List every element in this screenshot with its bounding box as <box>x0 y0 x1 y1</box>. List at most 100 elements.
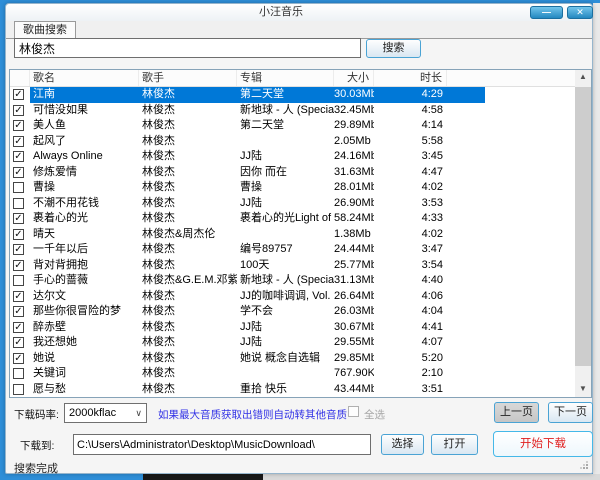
duration: 4:02 <box>421 227 443 240</box>
album-name: 裹着心的光Light of ... <box>240 212 334 224</box>
row-checkbox[interactable]: ✓ <box>13 166 24 178</box>
row-checkbox[interactable]: ✓ <box>13 306 24 317</box>
row-checkbox-cell: ✓ <box>10 258 30 274</box>
table-row[interactable]: ✓ 一千年以后 林俊杰 编号89757 24.44Mb 3:47 <box>10 242 575 258</box>
row-checkbox[interactable] <box>13 275 24 286</box>
select-all-checkbox[interactable] <box>348 406 359 417</box>
song-name: 关键词 <box>33 367 66 379</box>
header-checkbox-col <box>10 70 30 86</box>
header-song-name[interactable]: 歌名 <box>30 70 139 86</box>
table-row[interactable]: 手心的蔷薇 林俊杰&G.E.M.邓紫棋新地球 - 人 (Specia...31.1… <box>10 273 575 289</box>
row-filler <box>447 149 485 165</box>
table-row[interactable]: ✓ 那些你很冒险的梦 林俊杰 学不会 26.03Mb 4:04 <box>10 304 575 320</box>
song-name: 那些你很冒险的梦 <box>33 305 121 317</box>
scroll-down-icon[interactable]: ▼ <box>575 382 591 397</box>
artist-name: 林俊杰 <box>142 196 175 209</box>
song-name: 裹着心的光 <box>33 212 88 224</box>
duration: 3:51 <box>421 382 443 395</box>
row-checkbox[interactable]: ✓ <box>13 120 24 131</box>
table-row[interactable]: ✓ 晴天 林俊杰&周杰伦 1.38Mb 4:02 <box>10 226 575 242</box>
table-row[interactable]: ✓ 可惜没如果 林俊杰 新地球 - 人 (Specia... 32.45Mb 4:58 <box>10 102 575 118</box>
tab-song-search[interactable]: 歌曲搜索 <box>14 21 76 39</box>
table-row[interactable]: 曹操 林俊杰 曹操 28.01Mb 4:02 <box>10 180 575 196</box>
open-folder-button[interactable]: 打开 <box>431 434 478 455</box>
header-size[interactable]: 大小 <box>334 70 374 86</box>
table-row[interactable]: ✓ Always Online 林俊杰 JJ陆 24.16Mb 3:45 <box>10 149 575 165</box>
header-album[interactable]: 专辑 <box>237 70 334 86</box>
duration: 4:02 <box>421 181 443 193</box>
row-checkbox[interactable] <box>13 368 24 379</box>
row-filler <box>447 165 485 181</box>
scroll-up-icon[interactable]: ▲ <box>575 70 591 85</box>
table-row[interactable]: ✓ 美人鱼 林俊杰 第二天堂 29.89Mb 4:14 <box>10 118 575 134</box>
resize-grip-icon[interactable] <box>580 461 588 469</box>
row-checkbox[interactable] <box>13 197 24 209</box>
table-row[interactable]: 愿与愁 林俊杰 重拾 快乐 43.44Mb 3:51 <box>10 381 575 397</box>
search-input[interactable] <box>14 38 361 58</box>
row-checkbox[interactable]: ✓ <box>13 135 24 147</box>
row-checkbox[interactable]: ✓ <box>13 89 24 100</box>
file-size: 30.03Mb <box>334 87 374 103</box>
choose-folder-button[interactable]: 选择 <box>381 434 424 455</box>
quality-hint-text: 如果最大音质获取出错则自动转其他音质 <box>158 409 347 421</box>
artist-name: 林俊杰 <box>142 320 175 333</box>
header-duration[interactable]: 时长 <box>374 70 447 86</box>
download-to-label: 下载到: <box>20 440 55 452</box>
row-checkbox[interactable]: ✓ <box>13 151 24 162</box>
song-name: 愿与愁 <box>33 382 66 395</box>
download-path-input[interactable] <box>73 434 371 455</box>
row-checkbox[interactable]: ✓ <box>13 352 24 364</box>
table-body: ✓ 江南 林俊杰 第二天堂 30.03Mb 4:29 ✓ 可惜没如果 林俊杰 新地球 - 人 (S… <box>10 87 575 397</box>
minimize-button[interactable]: — <box>530 6 563 19</box>
file-size: 31.13Mb <box>334 274 374 286</box>
duration: 4:33 <box>421 212 443 224</box>
table-row[interactable]: ✓ 修炼爱情 林俊杰 因你 而在 31.63Mb 4:47 <box>10 164 575 181</box>
table-row[interactable]: ✓ 裹着心的光 林俊杰 裹着心的光Light of ... 58.24Mb 4:33 <box>10 211 575 227</box>
row-filler <box>447 289 485 305</box>
header-artist[interactable]: 歌手 <box>139 70 237 86</box>
artist-name: 林俊杰 <box>142 181 175 193</box>
album-name: 第二天堂 <box>237 87 334 103</box>
row-checkbox[interactable]: ✓ <box>13 337 24 348</box>
duration: 4:40 <box>421 274 443 286</box>
search-button[interactable]: 搜索 <box>366 39 421 58</box>
table-row[interactable]: ✓ 我还想她 林俊杰 JJ陆 29.55Mb 4:07 <box>10 335 575 351</box>
vertical-scrollbar[interactable]: ▲ ▼ <box>575 70 591 397</box>
row-checkbox-cell <box>10 366 30 382</box>
row-filler <box>447 366 485 382</box>
row-checkbox[interactable]: ✓ <box>13 259 24 271</box>
table-row[interactable]: 关键词 林俊杰 767.90Kb 2:10 <box>10 366 575 382</box>
row-checkbox[interactable] <box>13 182 24 193</box>
table-row[interactable]: ✓ 她说 林俊杰 她说 概念自选辑 29.85Mb 5:20 <box>10 350 575 366</box>
table-row[interactable]: ✓ 醉赤壁 林俊杰 JJ陆 30.67Mb 4:41 <box>10 319 575 335</box>
bitrate-dropdown[interactable]: 2000kflac ∨ <box>64 403 147 423</box>
row-checkbox[interactable]: ✓ <box>13 213 24 224</box>
file-size: 25.77Mb <box>334 258 374 271</box>
row-checkbox[interactable]: ✓ <box>13 321 24 333</box>
artist-name: 林俊杰 <box>142 289 175 302</box>
file-size: 26.03Mb <box>334 305 374 317</box>
table-row[interactable]: ✓ 起风了 林俊杰 2.05Mb 5:58 <box>10 133 575 149</box>
table-row[interactable]: 不潮不用花钱 林俊杰 JJ陆 26.90Mb 3:53 <box>10 195 575 211</box>
title-bar[interactable]: 小汪音乐 <box>6 4 592 21</box>
table-row[interactable]: ✓ 达尔文 林俊杰 JJ的咖啡调调, Vol. 2 26.64Mb 4:06 <box>10 288 575 305</box>
row-checkbox[interactable]: ✓ <box>13 290 24 302</box>
row-checkbox[interactable]: ✓ <box>13 244 24 255</box>
artist-name: 林俊杰 <box>142 351 175 364</box>
artist-name: 林俊杰&周杰伦 <box>142 227 216 240</box>
prev-page-button[interactable]: 上一页 <box>494 402 539 423</box>
table-row[interactable]: ✓ 背对背拥抱 林俊杰 100天 25.77Mb 3:54 <box>10 257 575 274</box>
next-page-button[interactable]: 下一页 <box>548 402 593 423</box>
app-window: 小汪音乐 — ✕ 歌曲搜索 搜索 歌名 歌手 专辑 大小 时长 ✓江南林俊杰第二… <box>5 3 593 475</box>
duration: 4:07 <box>421 336 443 348</box>
row-checkbox[interactable]: ✓ <box>13 228 24 240</box>
row-checkbox[interactable]: ✓ <box>13 104 24 116</box>
table-row[interactable]: ✓ 江南 林俊杰 第二天堂 30.03Mb 4:29 <box>10 87 575 103</box>
row-checkbox[interactable] <box>13 383 24 395</box>
song-name: 曹操 <box>33 181 55 193</box>
row-checkbox-cell: ✓ <box>10 242 30 258</box>
close-button[interactable]: ✕ <box>567 6 593 19</box>
row-checkbox-cell: ✓ <box>10 304 30 320</box>
start-download-button[interactable]: 开始下载 <box>493 431 593 457</box>
scrollbar-thumb[interactable] <box>575 87 591 366</box>
